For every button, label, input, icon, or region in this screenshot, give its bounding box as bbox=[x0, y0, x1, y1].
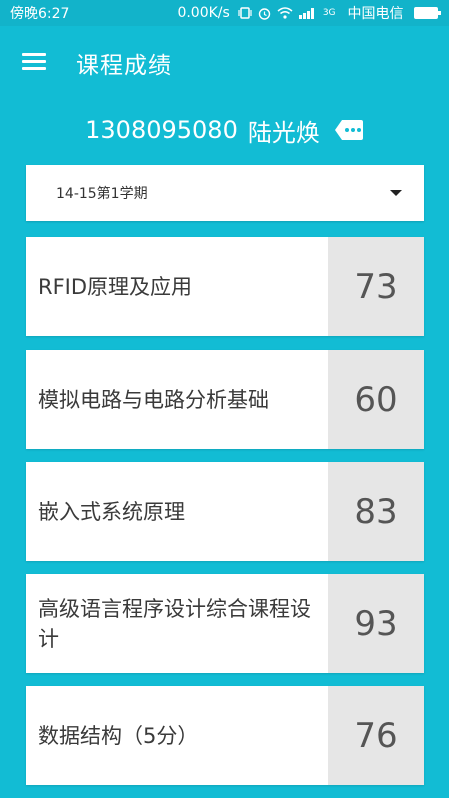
wifi-icon bbox=[277, 7, 293, 19]
app-bar: 课程成绩 bbox=[0, 26, 449, 96]
course-score: 83 bbox=[328, 462, 424, 561]
message-icon[interactable] bbox=[334, 119, 364, 141]
course-card[interactable]: RFID原理及应用 73 bbox=[26, 237, 424, 336]
course-score: 60 bbox=[328, 350, 424, 449]
course-name: 嵌入式系统原理 bbox=[38, 499, 185, 524]
network-speed: 0.00K/s bbox=[177, 5, 230, 21]
carrier-name: 中国电信 bbox=[347, 6, 404, 22]
network-type-label: 3G bbox=[322, 8, 336, 18]
student-name: 陆光焕 bbox=[247, 118, 320, 147]
course-name: 模拟电路与电路分析基础 bbox=[38, 387, 269, 412]
course-name: 数据结构（5分） bbox=[38, 723, 199, 748]
vibrate-icon bbox=[238, 7, 252, 19]
page-title: 课程成绩 bbox=[76, 53, 172, 79]
student-header: 1308095080 陆光焕 bbox=[0, 110, 449, 150]
alarm-icon bbox=[258, 7, 271, 20]
battery-icon bbox=[413, 7, 441, 19]
semester-select[interactable]: 14-15第1学期 bbox=[26, 165, 424, 221]
status-icons: 3G bbox=[238, 7, 336, 20]
semester-selected-value: 14-15第1学期 bbox=[56, 186, 148, 202]
course-name: 高级语言程序设计综合课程设计 bbox=[38, 596, 311, 651]
dropdown-arrow-icon bbox=[390, 190, 402, 196]
course-name: RFID原理及应用 bbox=[38, 274, 193, 299]
course-score: 76 bbox=[328, 686, 424, 785]
signal-icon bbox=[298, 8, 314, 19]
student-id: 1308095080 bbox=[85, 116, 238, 144]
course-card[interactable]: 模拟电路与电路分析基础 60 bbox=[26, 350, 424, 449]
course-card[interactable]: 嵌入式系统原理 83 bbox=[26, 462, 424, 561]
menu-icon[interactable] bbox=[22, 53, 46, 71]
status-time: 傍晚6:27 bbox=[10, 6, 70, 22]
course-score: 73 bbox=[328, 237, 424, 336]
course-score: 93 bbox=[328, 574, 424, 673]
status-bar: 傍晚6:27 0.00K/s 3G 中国电信 bbox=[0, 0, 449, 26]
course-card[interactable]: 高级语言程序设计综合课程设计 93 bbox=[26, 574, 424, 673]
course-card[interactable]: 数据结构（5分） 76 bbox=[26, 686, 424, 785]
